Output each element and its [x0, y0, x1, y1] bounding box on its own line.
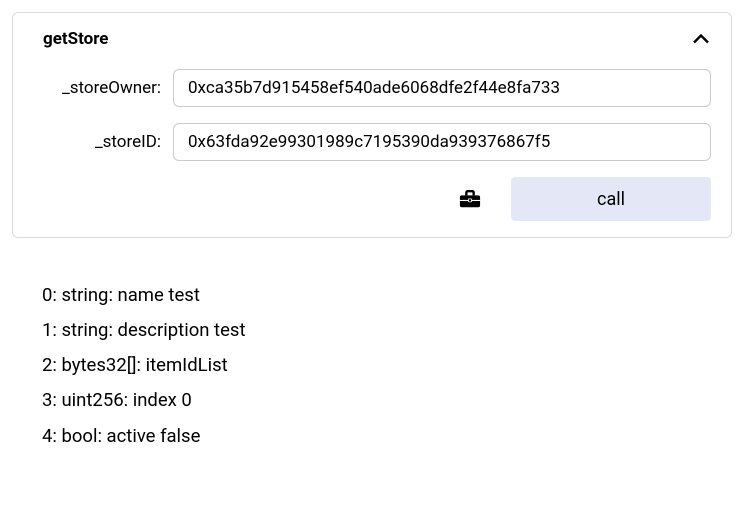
- store-owner-input[interactable]: [173, 69, 711, 107]
- chevron-up-icon: [691, 29, 711, 49]
- field-row-storeid: _storeID:: [33, 123, 711, 161]
- result-line: 4: bool: active false: [42, 419, 702, 454]
- store-id-input[interactable]: [173, 123, 711, 161]
- action-row: call: [33, 177, 711, 221]
- briefcase-icon[interactable]: [459, 189, 481, 209]
- result-line: 0: string: name test: [42, 278, 702, 313]
- call-button[interactable]: call: [511, 177, 711, 221]
- result-line: 3: uint256: index 0: [42, 383, 702, 418]
- result-line: 2: bytes32[]: itemIdList: [42, 348, 702, 383]
- store-id-label: _storeID:: [33, 132, 173, 152]
- panel-header[interactable]: getStore: [33, 29, 711, 49]
- store-owner-label: _storeOwner:: [33, 78, 173, 98]
- function-name: getStore: [33, 29, 109, 49]
- results-output: 0: string: name test 1: string: descript…: [12, 238, 732, 454]
- result-line: 1: string: description test: [42, 313, 702, 348]
- function-panel: getStore _storeOwner: _storeID: call: [12, 12, 732, 238]
- field-row-storeowner: _storeOwner:: [33, 69, 711, 107]
